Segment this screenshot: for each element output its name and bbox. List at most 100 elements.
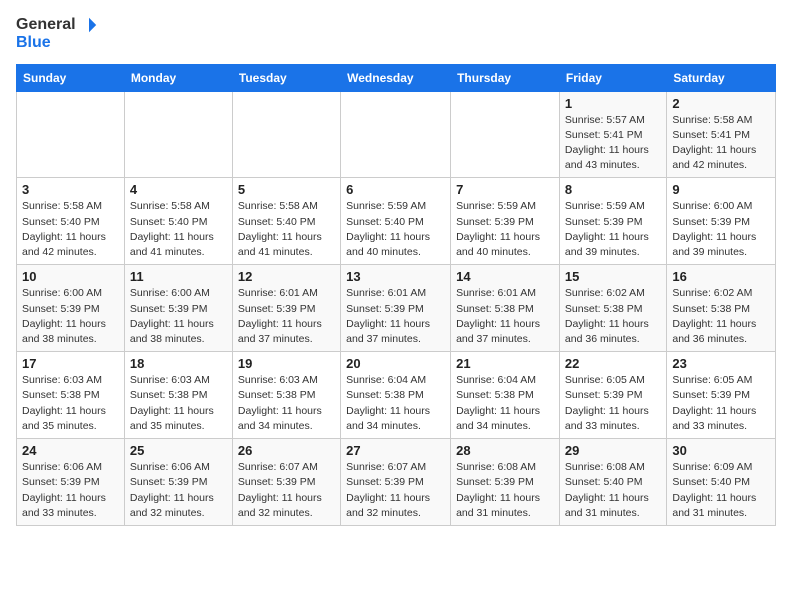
day-number: 25 (130, 443, 227, 458)
days-header-row: SundayMondayTuesdayWednesdayThursdayFrid… (17, 64, 776, 91)
day-number: 24 (22, 443, 119, 458)
day-number: 7 (456, 182, 554, 197)
calendar-cell (124, 91, 232, 178)
day-number: 10 (22, 269, 119, 284)
day-header-tuesday: Tuesday (232, 64, 340, 91)
calendar-cell: 29Sunrise: 6:08 AM Sunset: 5:40 PM Dayli… (559, 439, 666, 526)
day-info: Sunrise: 6:01 AM Sunset: 5:39 PM Dayligh… (346, 286, 445, 347)
day-info: Sunrise: 6:06 AM Sunset: 5:39 PM Dayligh… (22, 460, 119, 521)
calendar-cell (451, 91, 560, 178)
day-number: 17 (22, 356, 119, 371)
calendar-cell: 9 Sunrise: 6:00 AM Sunset: 5:39 PM Daylig… (667, 178, 776, 265)
calendar-cell: 13 Sunrise: 6:01 AM Sunset: 5:39 PM Dayli… (341, 265, 451, 352)
day-number: 20 (346, 356, 445, 371)
day-number: 6 (346, 182, 445, 197)
calendar-cell: 4 Sunrise: 5:58 AM Sunset: 5:40 PM Daylig… (124, 178, 232, 265)
day-info: Sunrise: 5:58 AM Sunset: 5:41 PM Dayligh… (672, 113, 770, 174)
calendar-cell: 22 Sunrise: 6:05 AM Sunset: 5:39 PM Dayli… (559, 352, 666, 439)
calendar-cell (232, 91, 340, 178)
day-number: 2 (672, 96, 770, 111)
calendar-table: SundayMondayTuesdayWednesdayThursdayFrid… (16, 64, 776, 526)
day-info: Sunrise: 6:02 AM Sunset: 5:38 PM Dayligh… (565, 286, 661, 347)
day-info: Sunrise: 6:00 AM Sunset: 5:39 PM Dayligh… (130, 286, 227, 347)
calendar-cell: 1 Sunrise: 5:57 AM Sunset: 5:41 PM Daylig… (559, 91, 666, 178)
day-info: Sunrise: 6:03 AM Sunset: 5:38 PM Dayligh… (130, 373, 227, 434)
calendar-cell: 8 Sunrise: 5:59 AM Sunset: 5:39 PM Daylig… (559, 178, 666, 265)
day-number: 16 (672, 269, 770, 284)
day-number: 1 (565, 96, 661, 111)
calendar-cell: 7Sunrise: 5:59 AM Sunset: 5:39 PM Daylig… (451, 178, 560, 265)
day-number: 8 (565, 182, 661, 197)
calendar-cell: 15 Sunrise: 6:02 AM Sunset: 5:38 PM Dayli… (559, 265, 666, 352)
calendar-week-1: 1 Sunrise: 5:57 AM Sunset: 5:41 PM Daylig… (17, 91, 776, 178)
day-header-thursday: Thursday (451, 64, 560, 91)
day-info: Sunrise: 6:09 AM Sunset: 5:40 PM Dayligh… (672, 460, 770, 521)
day-number: 5 (238, 182, 335, 197)
day-info: Sunrise: 6:06 AM Sunset: 5:39 PM Dayligh… (130, 460, 227, 521)
day-number: 4 (130, 182, 227, 197)
calendar-cell: 30 Sunrise: 6:09 AM Sunset: 5:40 PM Dayli… (667, 439, 776, 526)
day-number: 26 (238, 443, 335, 458)
day-info: Sunrise: 6:05 AM Sunset: 5:39 PM Dayligh… (672, 373, 770, 434)
day-number: 21 (456, 356, 554, 371)
logo: General Blue (16, 16, 98, 52)
day-header-saturday: Saturday (667, 64, 776, 91)
calendar-header: SundayMondayTuesdayWednesdayThursdayFrid… (17, 64, 776, 91)
calendar-week-5: 24 Sunrise: 6:06 AM Sunset: 5:39 PM Dayli… (17, 439, 776, 526)
calendar-cell: 23 Sunrise: 6:05 AM Sunset: 5:39 PM Dayli… (667, 352, 776, 439)
day-info: Sunrise: 6:08 AM Sunset: 5:39 PM Dayligh… (456, 460, 554, 521)
day-header-monday: Monday (124, 64, 232, 91)
day-info: Sunrise: 6:05 AM Sunset: 5:39 PM Dayligh… (565, 373, 661, 434)
day-number: 11 (130, 269, 227, 284)
day-header-wednesday: Wednesday (341, 64, 451, 91)
calendar-cell: 14Sunrise: 6:01 AM Sunset: 5:38 PM Dayli… (451, 265, 560, 352)
day-info: Sunrise: 6:04 AM Sunset: 5:38 PM Dayligh… (346, 373, 445, 434)
day-number: 12 (238, 269, 335, 284)
day-number: 23 (672, 356, 770, 371)
day-info: Sunrise: 6:02 AM Sunset: 5:38 PM Dayligh… (672, 286, 770, 347)
calendar-cell: 28 Sunrise: 6:08 AM Sunset: 5:39 PM Dayli… (451, 439, 560, 526)
calendar-week-3: 10 Sunrise: 6:00 AM Sunset: 5:39 PM Dayli… (17, 265, 776, 352)
calendar-cell: 10 Sunrise: 6:00 AM Sunset: 5:39 PM Dayli… (17, 265, 125, 352)
day-info: Sunrise: 5:59 AM Sunset: 5:39 PM Dayligh… (565, 199, 661, 260)
calendar-cell: 17 Sunrise: 6:03 AM Sunset: 5:38 PM Dayli… (17, 352, 125, 439)
day-header-sunday: Sunday (17, 64, 125, 91)
day-number: 13 (346, 269, 445, 284)
calendar-cell: 6 Sunrise: 5:59 AM Sunset: 5:40 PM Daylig… (341, 178, 451, 265)
day-info: Sunrise: 5:57 AM Sunset: 5:41 PM Dayligh… (565, 113, 661, 174)
day-info: Sunrise: 6:00 AM Sunset: 5:39 PM Dayligh… (672, 199, 770, 260)
day-info: Sunrise: 5:58 AM Sunset: 5:40 PM Dayligh… (238, 199, 335, 260)
calendar-cell (341, 91, 451, 178)
day-info: Sunrise: 6:07 AM Sunset: 5:39 PM Dayligh… (346, 460, 445, 521)
calendar-cell: 11 Sunrise: 6:00 AM Sunset: 5:39 PM Dayli… (124, 265, 232, 352)
day-info: Sunrise: 6:03 AM Sunset: 5:38 PM Dayligh… (238, 373, 335, 434)
calendar-cell: 20 Sunrise: 6:04 AM Sunset: 5:38 PM Dayli… (341, 352, 451, 439)
day-info: Sunrise: 6:07 AM Sunset: 5:39 PM Dayligh… (238, 460, 335, 521)
day-info: Sunrise: 6:00 AM Sunset: 5:39 PM Dayligh… (22, 286, 119, 347)
day-number: 19 (238, 356, 335, 371)
calendar-cell: 12 Sunrise: 6:01 AM Sunset: 5:39 PM Dayli… (232, 265, 340, 352)
logo-arrow-icon (80, 16, 98, 34)
calendar-cell: 21 Sunrise: 6:04 AM Sunset: 5:38 PM Dayli… (451, 352, 560, 439)
day-number: 9 (672, 182, 770, 197)
calendar-cell: 19 Sunrise: 6:03 AM Sunset: 5:38 PM Dayli… (232, 352, 340, 439)
calendar-cell (17, 91, 125, 178)
calendar-week-4: 17 Sunrise: 6:03 AM Sunset: 5:38 PM Dayli… (17, 352, 776, 439)
day-header-friday: Friday (559, 64, 666, 91)
day-info: Sunrise: 6:01 AM Sunset: 5:38 PM Dayligh… (456, 286, 554, 347)
day-info: Sunrise: 6:04 AM Sunset: 5:38 PM Dayligh… (456, 373, 554, 434)
calendar-cell: 24 Sunrise: 6:06 AM Sunset: 5:39 PM Dayli… (17, 439, 125, 526)
day-number: 29 (565, 443, 661, 458)
day-number: 22 (565, 356, 661, 371)
day-info: Sunrise: 5:58 AM Sunset: 5:40 PM Dayligh… (22, 199, 119, 260)
calendar-cell: 27Sunrise: 6:07 AM Sunset: 5:39 PM Dayli… (341, 439, 451, 526)
day-number: 28 (456, 443, 554, 458)
calendar-cell: 16 Sunrise: 6:02 AM Sunset: 5:38 PM Dayli… (667, 265, 776, 352)
day-number: 15 (565, 269, 661, 284)
day-info: Sunrise: 6:01 AM Sunset: 5:39 PM Dayligh… (238, 286, 335, 347)
header: General Blue (16, 16, 776, 52)
day-number: 30 (672, 443, 770, 458)
day-info: Sunrise: 6:03 AM Sunset: 5:38 PM Dayligh… (22, 373, 119, 434)
day-info: Sunrise: 5:58 AM Sunset: 5:40 PM Dayligh… (130, 199, 227, 260)
day-info: Sunrise: 5:59 AM Sunset: 5:40 PM Dayligh… (346, 199, 445, 260)
